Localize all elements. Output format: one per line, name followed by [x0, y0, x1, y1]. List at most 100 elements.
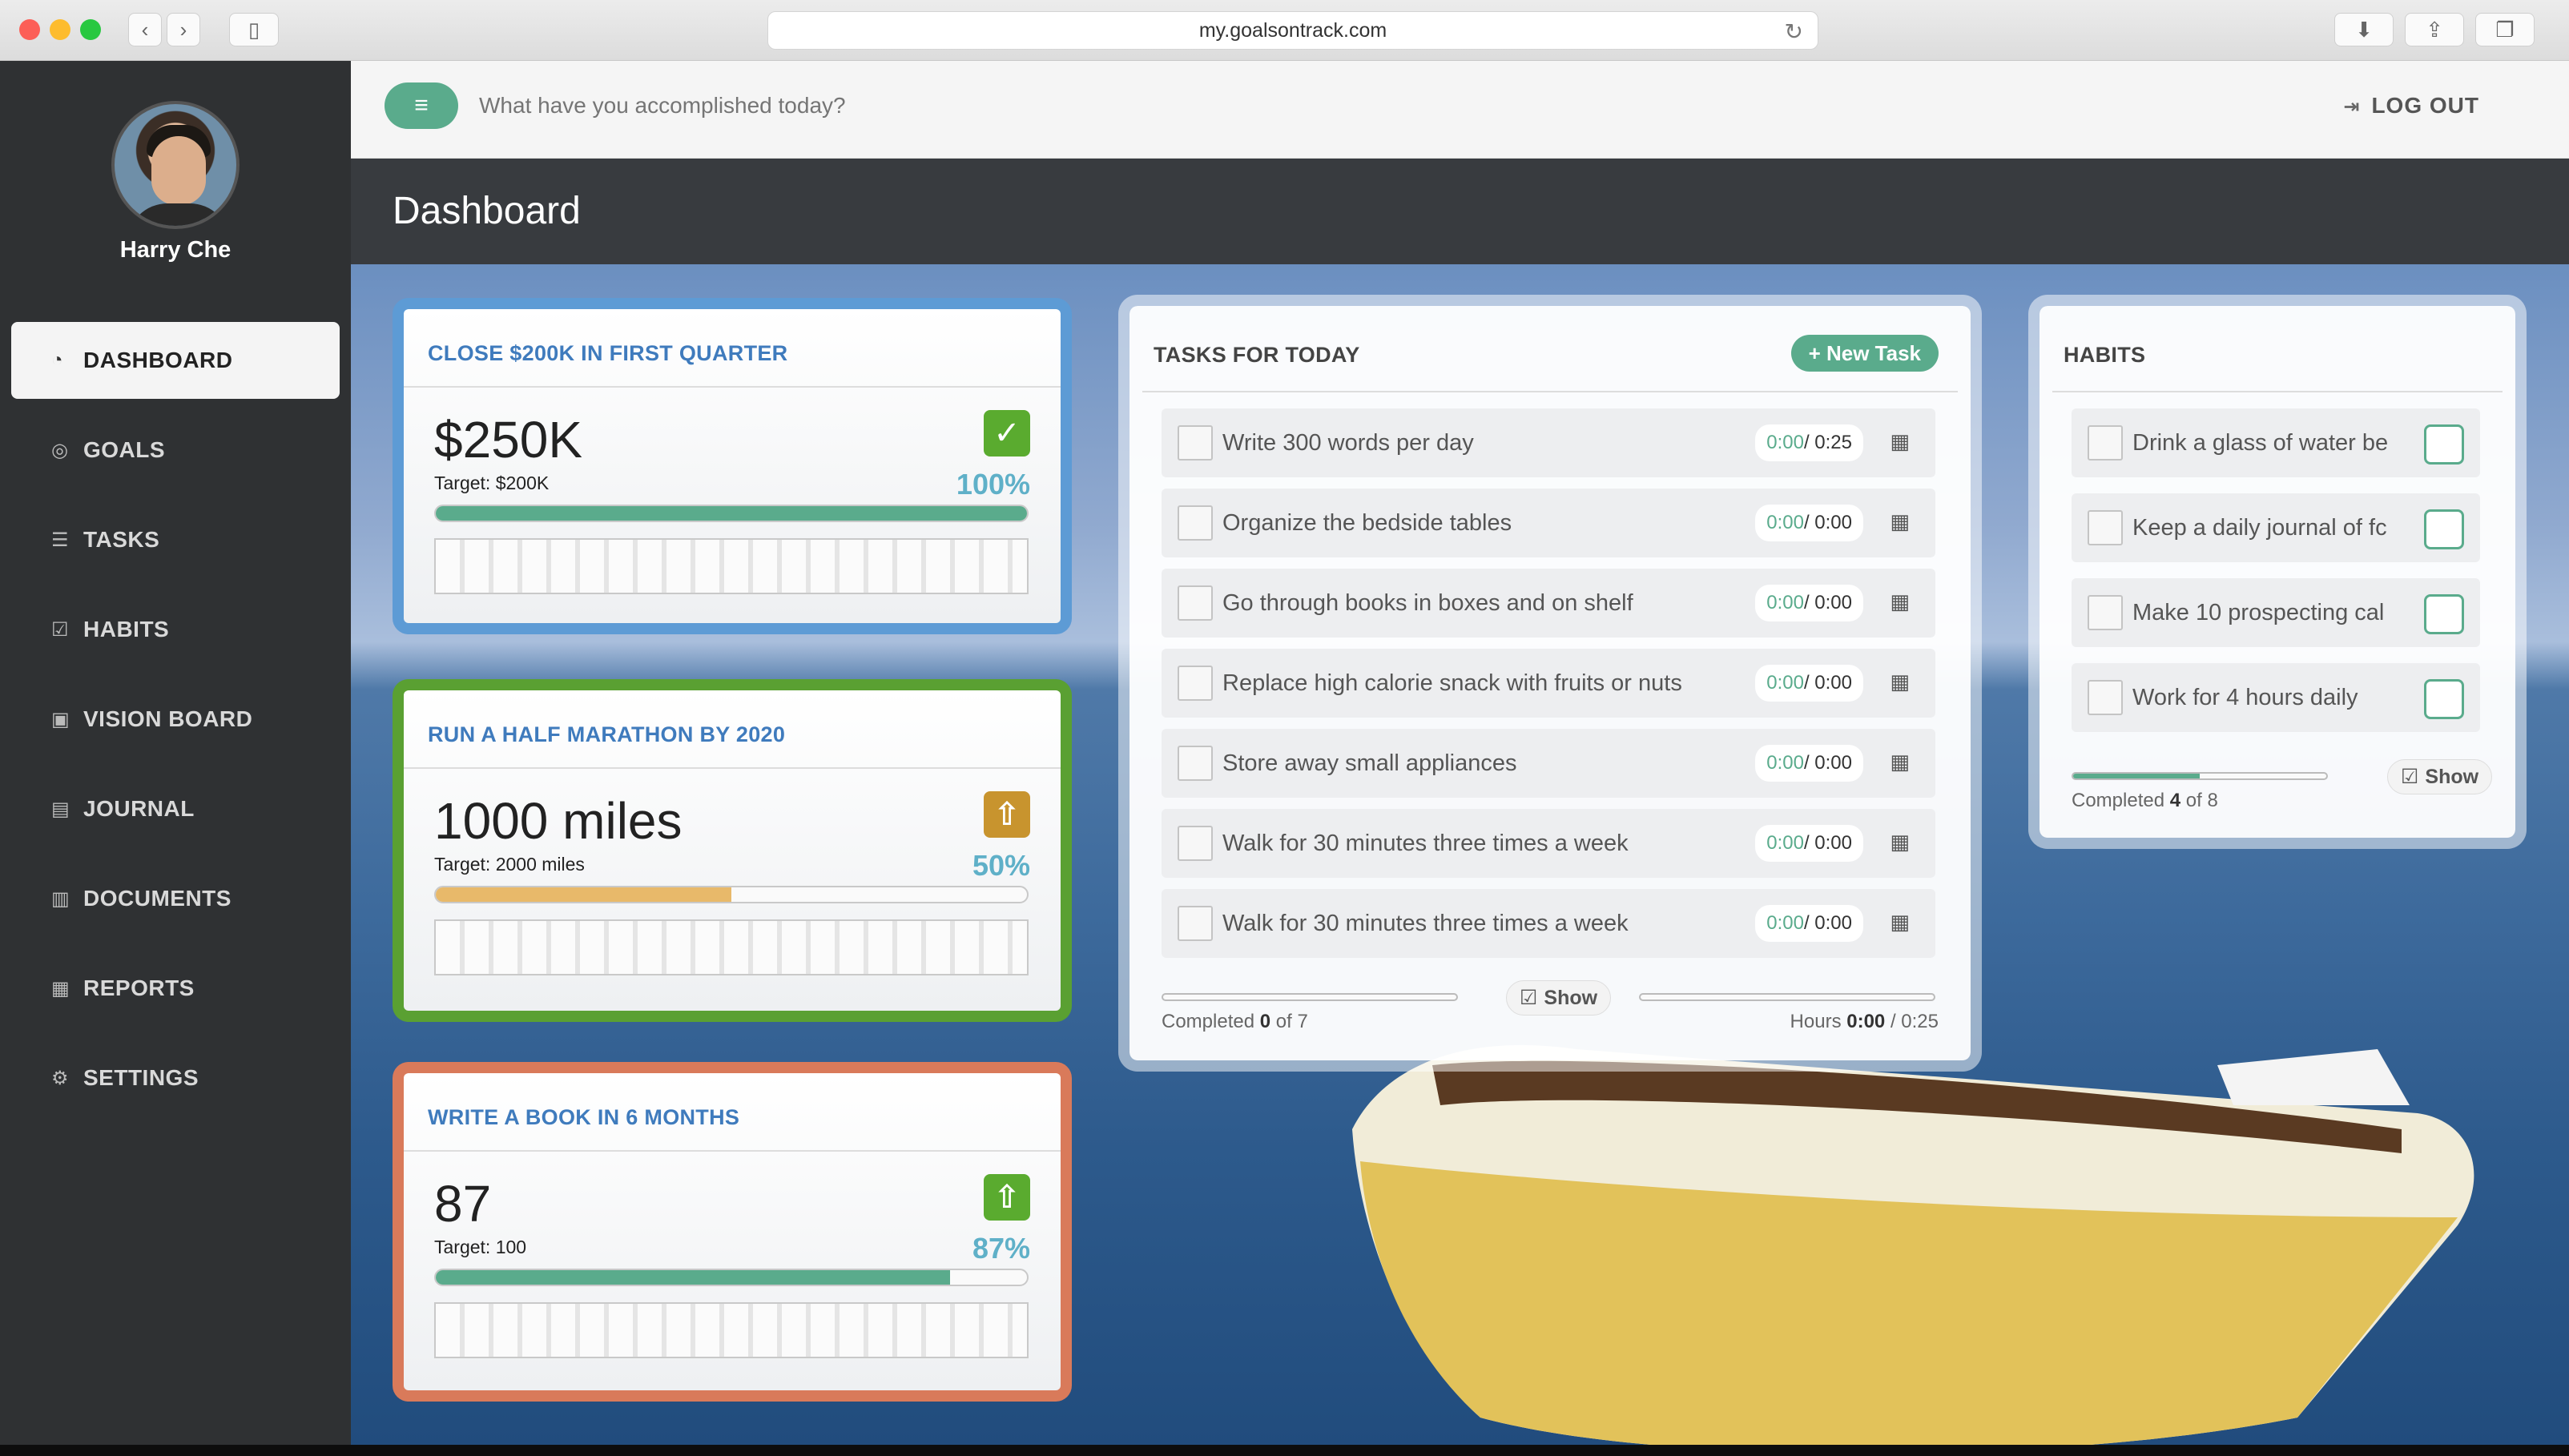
goal-title[interactable]: WRITE A BOOK IN 6 MONTHS	[428, 1105, 739, 1130]
logout-button[interactable]: ⇥ LOG OUT	[2343, 93, 2479, 119]
hours-progress-bar	[1639, 993, 1935, 1001]
calendar-icon[interactable]: ▦	[1890, 830, 1910, 855]
calendar-icon[interactable]: ▦	[1890, 910, 1910, 935]
task-label[interactable]: Write 300 words per day	[1222, 430, 1687, 457]
task-time-tracker[interactable]: 0:00 / 0:00	[1755, 905, 1863, 942]
calendar-icon[interactable]: ▦	[1890, 509, 1910, 534]
calendar-icon[interactable]: ▦	[1890, 589, 1910, 614]
forward-button[interactable]: ›	[167, 13, 200, 46]
task-time-tracker[interactable]: 0:00 / 0:00	[1755, 825, 1863, 862]
goal-card[interactable]: WRITE A BOOK IN 6 MONTHS 87 Target: 100 ⇧ 87…	[393, 1062, 1072, 1402]
task-checkbox[interactable]	[1178, 666, 1213, 701]
calendar-icon[interactable]: ▦	[1890, 670, 1910, 694]
habit-label[interactable]: Work for 4 hours daily	[2132, 685, 2387, 711]
divider	[404, 386, 1061, 388]
sidebar-item-habits[interactable]: ☑ HABITS	[11, 591, 340, 668]
sidebar-item-vision-board[interactable]: ▣ VISION BOARD	[11, 681, 340, 758]
maximize-window-button[interactable]	[80, 19, 101, 40]
task-checkbox[interactable]	[1178, 425, 1213, 461]
task-row[interactable]: Write 300 words per day 0:00 / 0:25 ▦	[1162, 408, 1935, 477]
dashboard-icon: ◔	[51, 349, 63, 371]
divider	[404, 767, 1061, 769]
sidebar-item-tasks[interactable]: ☰ TASKS	[11, 501, 340, 578]
habit-complete-checkbox[interactable]	[2424, 509, 2464, 549]
habit-select-checkbox[interactable]	[2088, 595, 2123, 630]
habit-label[interactable]: Keep a daily journal of fc	[2132, 515, 2387, 541]
task-label[interactable]: Walk for 30 minutes three times a week	[1222, 831, 1687, 857]
avatar[interactable]	[111, 101, 240, 229]
habit-row[interactable]: Make 10 prospecting cal	[2072, 578, 2480, 647]
habits-show-button[interactable]: ☑ Show	[2387, 759, 2493, 794]
task-checkbox[interactable]	[1178, 826, 1213, 861]
sidebar-toggle-button[interactable]: ▯	[229, 13, 279, 46]
check-square-icon: ☑	[51, 618, 70, 641]
document-icon: ▥	[51, 887, 70, 910]
calendar-icon[interactable]: ▦	[1890, 429, 1910, 454]
chevron-left-icon: ‹	[141, 17, 149, 42]
goal-card[interactable]: CLOSE $200K IN FIRST QUARTER $250K Target:…	[393, 298, 1072, 634]
task-row[interactable]: Walk for 30 minutes three times a week 0:…	[1162, 889, 1935, 958]
goal-card[interactable]: RUN A HALF MARATHON BY 2020 1000 miles Tar…	[393, 679, 1072, 1022]
task-time-tracker[interactable]: 0:00 / 0:00	[1755, 505, 1863, 541]
task-row[interactable]: Store away small appliances 0:00 / 0:00 ▦	[1162, 729, 1935, 798]
habit-complete-checkbox[interactable]	[2424, 594, 2464, 634]
task-checkbox[interactable]	[1178, 505, 1213, 541]
task-label[interactable]: Go through books in boxes and on shelf	[1222, 590, 1687, 617]
goal-target: Target: 2000 miles	[434, 854, 585, 875]
sidebar-item-documents[interactable]: ▥ DOCUMENTS	[11, 860, 340, 937]
task-time-tracker[interactable]: 0:00 / 0:25	[1755, 424, 1863, 461]
goal-activity-chart	[434, 919, 1029, 975]
sidebar-item-settings[interactable]: ⚙ SETTINGS	[11, 1040, 340, 1116]
habit-select-checkbox[interactable]	[2088, 680, 2123, 715]
share-button[interactable]: ⇪	[2405, 13, 2464, 46]
sidebar-item-goals[interactable]: ◎ GOALS	[11, 412, 340, 489]
tasks-completed-text: Completed 0 of 7	[1162, 1011, 1308, 1032]
task-row[interactable]: Go through books in boxes and on shelf 0:…	[1162, 569, 1935, 638]
tasks-show-button[interactable]: ☑ Show	[1506, 980, 1612, 1016]
task-row[interactable]: Replace high calorie snack with fruits o…	[1162, 649, 1935, 718]
sidebar-item-dashboard[interactable]: ◔ DASHBOARD	[11, 322, 340, 399]
goal-title[interactable]: CLOSE $200K IN FIRST QUARTER	[428, 341, 787, 366]
tabs-icon: ❐	[2495, 17, 2515, 42]
task-time-tracker[interactable]: 0:00 / 0:00	[1755, 665, 1863, 702]
task-label[interactable]: Replace high calorie snack with fruits o…	[1222, 670, 1687, 697]
task-label[interactable]: Walk for 30 minutes three times a week	[1222, 911, 1687, 937]
tabs-button[interactable]: ❐	[2475, 13, 2535, 46]
habit-row[interactable]: Keep a daily journal of fc	[2072, 493, 2480, 562]
menu-toggle-button[interactable]: ≡	[385, 82, 458, 129]
downloads-button[interactable]: ⬇	[2334, 13, 2394, 46]
task-label[interactable]: Organize the bedside tables	[1222, 510, 1687, 537]
calendar-icon[interactable]: ▦	[1890, 750, 1910, 774]
divider	[404, 1150, 1061, 1152]
sidebar-item-journal[interactable]: ▤ JOURNAL	[11, 770, 340, 847]
task-time-tracker[interactable]: 0:00 / 0:00	[1755, 585, 1863, 621]
task-row[interactable]: Organize the bedside tables 0:00 / 0:00 ▦	[1162, 489, 1935, 557]
close-window-button[interactable]	[19, 19, 40, 40]
task-checkbox[interactable]	[1178, 906, 1213, 941]
habit-row[interactable]: Drink a glass of water be	[2072, 408, 2480, 477]
accomplishment-input[interactable]	[479, 85, 1601, 127]
sidebar: Harry Che ◔ DASHBOARD ◎ GOALS ☰ TASKS ☑ HABITS ▣…	[0, 61, 351, 1445]
sidebar-item-reports[interactable]: ▦ REPORTS	[11, 950, 340, 1027]
task-row[interactable]: Walk for 30 minutes three times a week 0:…	[1162, 809, 1935, 878]
address-bar[interactable]: my.goalsontrack.com ↻	[767, 11, 1818, 50]
habit-select-checkbox[interactable]	[2088, 425, 2123, 461]
picture-icon: ▣	[51, 708, 70, 730]
habit-select-checkbox[interactable]	[2088, 510, 2123, 545]
habit-label[interactable]: Make 10 prospecting cal	[2132, 600, 2387, 626]
task-label[interactable]: Store away small appliances	[1222, 750, 1687, 777]
reload-icon[interactable]: ↻	[1785, 18, 1803, 45]
minimize-window-button[interactable]	[50, 19, 70, 40]
task-time-tracker[interactable]: 0:00 / 0:00	[1755, 745, 1863, 782]
habit-complete-checkbox[interactable]	[2424, 424, 2464, 465]
tasks-title: TASKS FOR TODAY	[1154, 343, 1360, 367]
task-checkbox[interactable]	[1178, 585, 1213, 621]
task-checkbox[interactable]	[1178, 746, 1213, 781]
habit-label[interactable]: Drink a glass of water be	[2132, 430, 2387, 457]
goal-title[interactable]: RUN A HALF MARATHON BY 2020	[428, 722, 785, 747]
habit-complete-checkbox[interactable]	[2424, 679, 2464, 719]
back-button[interactable]: ‹	[128, 13, 162, 46]
habit-row[interactable]: Work for 4 hours daily	[2072, 663, 2480, 732]
new-task-button[interactable]: + New Task	[1790, 335, 1939, 372]
sidebar-item-label: GOALS	[83, 437, 166, 462]
